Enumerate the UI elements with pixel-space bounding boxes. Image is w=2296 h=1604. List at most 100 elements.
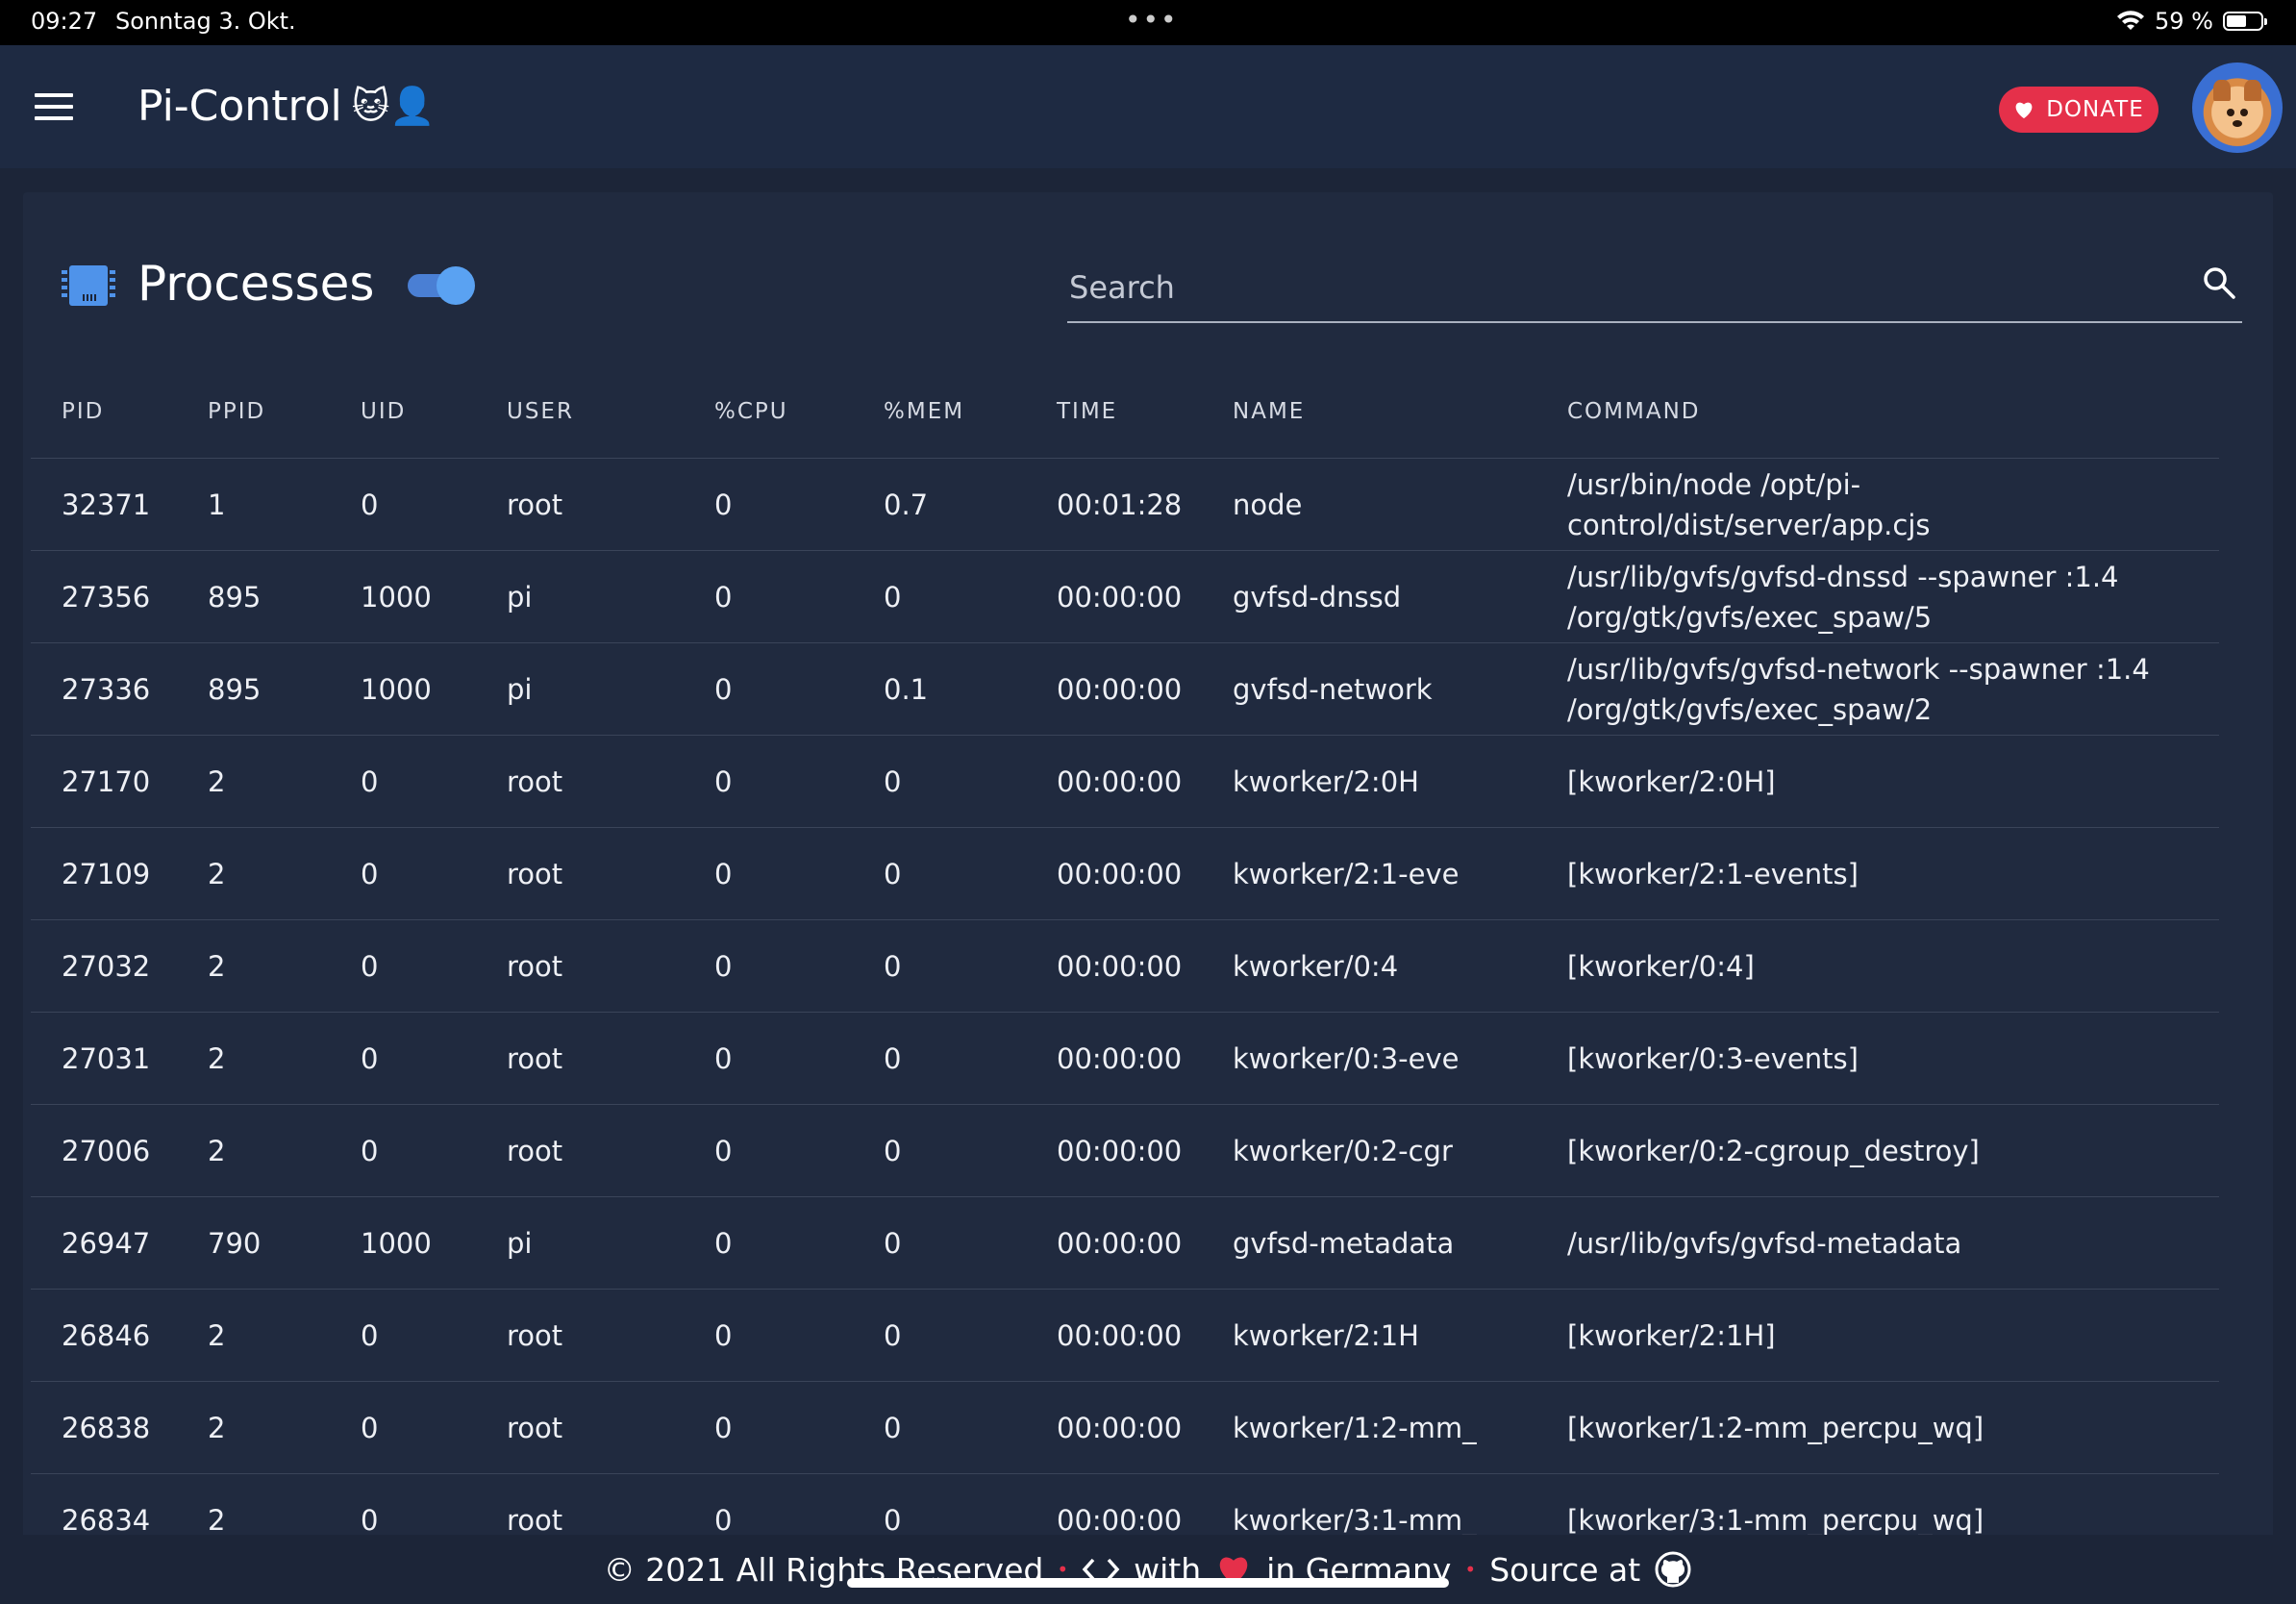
cell-cpu: 0	[684, 458, 853, 551]
search-field[interactable]	[1067, 240, 2242, 323]
table-row[interactable]: 26846 2 0 root 0 0 00:00:00 kworker/2:1H [kworke…	[31, 1289, 2219, 1382]
cell-pid: 27336	[31, 642, 177, 736]
home-indicator[interactable]	[847, 1578, 1449, 1588]
cell-command: [kworker/2:0H]	[1536, 735, 2219, 828]
column-header-name[interactable]: NAME	[1202, 365, 1536, 459]
cell-time: 00:00:00	[1026, 1381, 1202, 1474]
cell-uid: 0	[330, 1381, 476, 1474]
table-row[interactable]: 27031 2 0 root 0 0 00:00:00 kworker/0:3-eve [kwo…	[31, 1012, 2219, 1105]
multitasking-dots-icon[interactable]: •••	[1125, 4, 1179, 36]
cell-ppid: 2	[177, 1381, 330, 1474]
cell-uid: 0	[330, 919, 476, 1013]
cell-time: 00:00:00	[1026, 735, 1202, 828]
cell-cpu: 0	[684, 642, 853, 736]
cell-command: /usr/bin/node /opt/pi-control/dist/serve…	[1536, 458, 2219, 551]
cell-pid: 27170	[31, 735, 177, 828]
cell-user: pi	[476, 642, 684, 736]
github-icon[interactable]	[1654, 1550, 1692, 1589]
column-header-user[interactable]: USER	[476, 365, 684, 459]
table-row[interactable]: 32371 1 0 root 0 0.7 00:01:28 node/usr/bin/node…	[31, 458, 2219, 551]
cell-ppid: 895	[177, 550, 330, 643]
column-header-command[interactable]: COMMAND	[1536, 365, 2219, 459]
cell-pid: 32371	[31, 458, 177, 551]
user-avatar[interactable]	[2192, 63, 2283, 153]
cell-user: root	[476, 1104, 684, 1197]
table-row[interactable]: 27336 895 1000 pi 0 0.1 00:00:00 gvfsd-network /…	[31, 642, 2219, 736]
cell-name: kworker/0:3-eve	[1202, 1012, 1536, 1105]
cell-name: gvfsd-metadata	[1202, 1196, 1536, 1290]
table-row[interactable]: 27356 895 1000 pi 0 0 00:00:00 gvfsd-dnssd/usr/…	[31, 550, 2219, 643]
table-row[interactable]: 26838 2 0 root 0 0 00:00:00 kworker/1:2-mm_ [kwo…	[31, 1381, 2219, 1474]
cell-command: [kworker/0:3-events]	[1536, 1012, 2219, 1105]
cell-ppid: 2	[177, 1289, 330, 1382]
table-row[interactable]: 27170 2 0 root 0 0 00:00:00 kworker/2:0H [kworke…	[31, 735, 2219, 828]
battery-icon	[2223, 12, 2267, 31]
cell-name: kworker/2:0H	[1202, 735, 1536, 828]
cell-name: kworker/2:1H	[1202, 1289, 1536, 1382]
cell-cpu: 0	[684, 735, 853, 828]
search-icon[interactable]	[2202, 265, 2236, 300]
cell-mem: 0.1	[853, 642, 1026, 736]
donate-button[interactable]: DONATE	[1999, 87, 2159, 133]
cell-mem: 0	[853, 1012, 1026, 1105]
card-title: Processes	[137, 256, 375, 312]
cell-time: 00:00:00	[1026, 550, 1202, 643]
cell-pid: 27356	[31, 550, 177, 643]
cell-uid: 0	[330, 1104, 476, 1197]
donate-label: DONATE	[2046, 97, 2144, 122]
cell-mem: 0	[853, 1381, 1026, 1474]
heart-icon	[2015, 102, 2033, 119]
cell-user: root	[476, 458, 684, 551]
ninja-cat-emoji: 🐱👤	[351, 85, 436, 127]
cell-cpu: 0	[684, 1289, 853, 1382]
column-header-ppid[interactable]: PPID	[177, 365, 330, 459]
cell-user: root	[476, 735, 684, 828]
auto-refresh-toggle[interactable]	[404, 266, 481, 305]
cell-time: 00:00:00	[1026, 1012, 1202, 1105]
cell-name: gvfsd-network	[1202, 642, 1536, 736]
cell-cpu: 0	[684, 1012, 853, 1105]
cell-command: /usr/lib/gvfs/gvfsd-metadata	[1536, 1196, 2219, 1290]
status-time: 09:27	[31, 8, 98, 35]
column-header-cpu[interactable]: %CPU	[684, 365, 853, 459]
status-date: Sonntag 3. Okt.	[115, 8, 296, 35]
cell-user: root	[476, 1012, 684, 1105]
cell-command: [kworker/0:2-cgroup_destroy]	[1536, 1104, 2219, 1197]
cell-name: gvfsd-dnssd	[1202, 550, 1536, 643]
hamburger-menu-icon[interactable]	[35, 93, 73, 120]
table-row[interactable]: 26947 790 1000 pi 0 0 00:00:00 gvfsd-metadata/u…	[31, 1196, 2219, 1290]
status-right: 59 %	[2116, 8, 2267, 35]
column-header-mem[interactable]: %MEM	[853, 365, 1026, 459]
column-header-uid[interactable]: UID	[330, 365, 476, 459]
table-row[interactable]: 27032 2 0 root 0 0 00:00:00 kworker/0:4 [kworker…	[31, 919, 2219, 1013]
cell-cpu: 0	[684, 550, 853, 643]
cell-name: kworker/0:4	[1202, 919, 1536, 1013]
search-input[interactable]	[1067, 263, 2167, 312]
chip-icon	[62, 265, 115, 306]
cell-mem: 0.7	[853, 458, 1026, 551]
cell-ppid: 895	[177, 642, 330, 736]
column-header-pid[interactable]: PID	[31, 365, 177, 459]
app-title-text: Pi-Control	[137, 82, 342, 131]
table-row[interactable]: 27006 2 0 root 0 0 00:00:00 kworker/0:2-cgr [kwo…	[31, 1104, 2219, 1197]
cell-pid: 26947	[31, 1196, 177, 1290]
cell-user: root	[476, 1381, 684, 1474]
cell-command: /usr/lib/gvfs/gvfsd-dnssd --spawner :1.4…	[1536, 550, 2219, 643]
cell-user: pi	[476, 550, 684, 643]
cell-cpu: 0	[684, 919, 853, 1013]
app-title[interactable]: Pi-Control 🐱👤	[137, 82, 436, 131]
cell-time: 00:00:00	[1026, 1104, 1202, 1197]
column-header-time[interactable]: TIME	[1026, 365, 1202, 459]
cell-time: 00:00:00	[1026, 1196, 1202, 1290]
cell-mem: 0	[853, 827, 1026, 920]
cell-command: [kworker/0:4]	[1536, 919, 2219, 1013]
cell-cpu: 0	[684, 1196, 853, 1290]
table-row[interactable]: 27109 2 0 root 0 0 00:00:00 kworker/2:1-eve [kwo…	[31, 827, 2219, 920]
cell-time: 00:00:00	[1026, 919, 1202, 1013]
cell-cpu: 0	[684, 1104, 853, 1197]
cell-uid: 0	[330, 827, 476, 920]
cell-uid: 1000	[330, 550, 476, 643]
footer-source: Source at	[1489, 1550, 1641, 1589]
cell-ppid: 2	[177, 735, 330, 828]
cell-ppid: 2	[177, 1012, 330, 1105]
